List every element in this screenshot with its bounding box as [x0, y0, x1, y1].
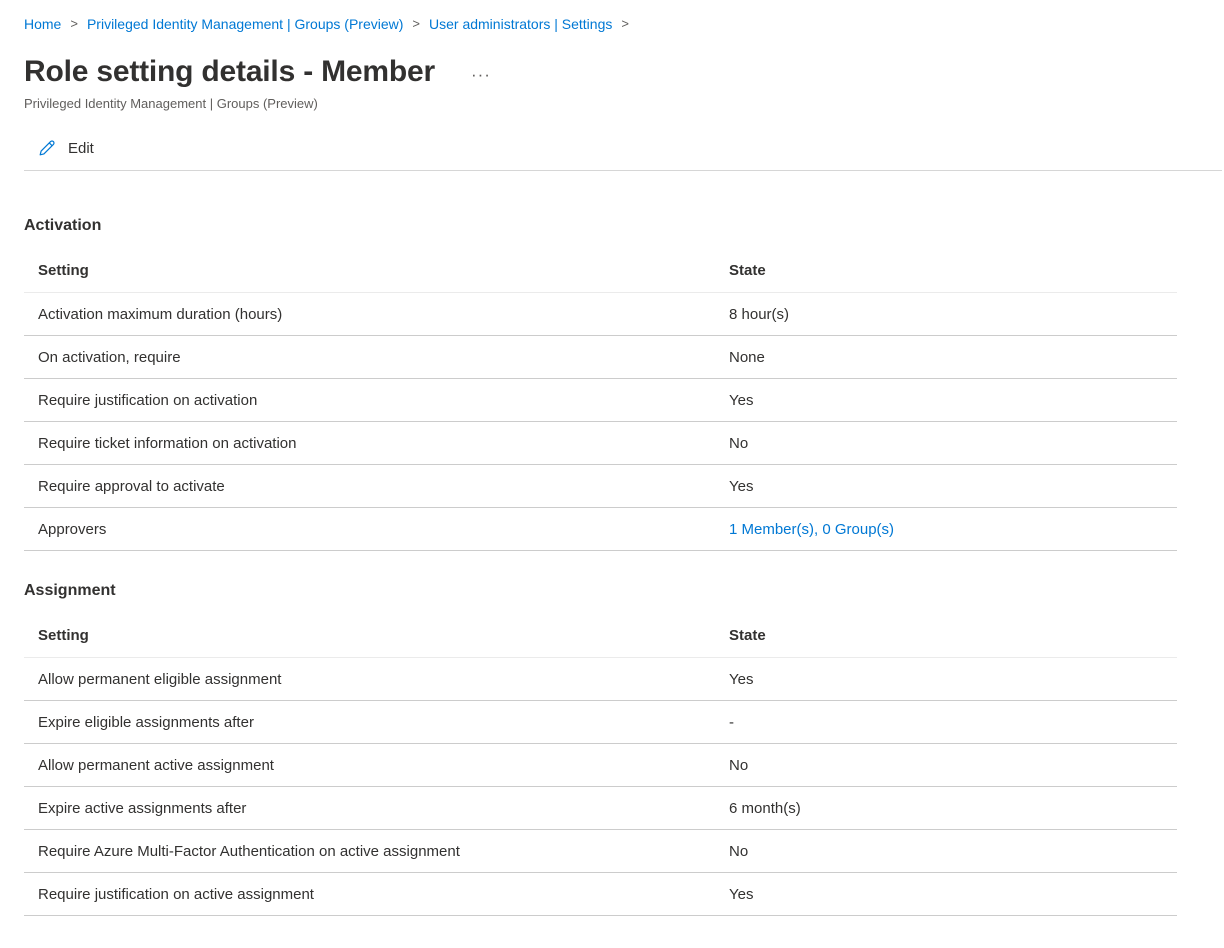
section-title-assignment: Assignment: [24, 582, 1224, 600]
page-subtitle: Privileged Identity Management | Groups …: [24, 96, 1224, 111]
state-cell: No: [729, 843, 1177, 860]
more-ellipsis-icon[interactable]: ···: [467, 66, 495, 84]
state-cell: Yes: [729, 671, 1177, 688]
breadcrumb-link-user-administrators-settings[interactable]: User administrators | Settings: [429, 15, 612, 33]
state-cell: 6 month(s): [729, 800, 1177, 817]
setting-cell: Require approval to activate: [24, 478, 729, 495]
chevron-right-icon: >: [412, 15, 420, 33]
column-header-setting: Setting: [24, 627, 729, 644]
setting-cell: Allow permanent active assignment: [24, 757, 729, 774]
setting-cell: Expire active assignments after: [24, 800, 729, 817]
table-row: Allow permanent eligible assignment Yes: [24, 658, 1177, 701]
edit-button-label: Edit: [68, 140, 94, 157]
table-row: Activation maximum duration (hours) 8 ho…: [24, 293, 1177, 336]
pencil-icon: [38, 139, 56, 157]
state-cell: No: [729, 435, 1177, 452]
setting-cell: Expire eligible assignments after: [24, 714, 729, 731]
setting-cell: Require Azure Multi-Factor Authenticatio…: [24, 843, 729, 860]
state-cell: Yes: [729, 478, 1177, 495]
approvers-link[interactable]: 1 Member(s), 0 Group(s): [729, 521, 894, 538]
table-row: Require ticket information on activation…: [24, 422, 1177, 465]
state-cell: -: [729, 714, 1177, 731]
setting-cell: Activation maximum duration (hours): [24, 306, 729, 323]
state-cell: 8 hour(s): [729, 306, 1177, 323]
column-header-setting: Setting: [24, 262, 729, 279]
edit-button[interactable]: Edit: [38, 137, 100, 159]
state-cell: None: [729, 349, 1177, 366]
chevron-right-icon: >: [621, 15, 629, 33]
assignment-settings-table: Setting State Allow permanent eligible a…: [24, 614, 1177, 916]
table-row: Expire active assignments after 6 month(…: [24, 787, 1177, 830]
table-row: Require justification on active assignme…: [24, 873, 1177, 916]
state-cell: No: [729, 757, 1177, 774]
setting-cell: Require ticket information on activation: [24, 435, 729, 452]
table-row: On activation, require None: [24, 336, 1177, 379]
table-row: Allow permanent active assignment No: [24, 744, 1177, 787]
table-row: Approvers 1 Member(s), 0 Group(s): [24, 508, 1177, 551]
setting-cell: Approvers: [24, 521, 729, 538]
state-cell: Yes: [729, 392, 1177, 409]
breadcrumb: Home > Privileged Identity Management | …: [24, 0, 1224, 33]
table-row: Require Azure Multi-Factor Authenticatio…: [24, 830, 1177, 873]
state-cell: Yes: [729, 886, 1177, 903]
column-header-state: State: [729, 262, 1177, 279]
setting-cell: On activation, require: [24, 349, 729, 366]
role-setting-details-blade: Home > Privileged Identity Management | …: [0, 0, 1224, 916]
setting-cell: Require justification on active assignme…: [24, 886, 729, 903]
setting-cell: Allow permanent eligible assignment: [24, 671, 729, 688]
column-header-state: State: [729, 627, 1177, 644]
table-row: Expire eligible assignments after -: [24, 701, 1177, 744]
table-row: Require justification on activation Yes: [24, 379, 1177, 422]
activation-settings-table: Setting State Activation maximum duratio…: [24, 249, 1177, 551]
breadcrumb-link-pim-groups[interactable]: Privileged Identity Management | Groups …: [87, 15, 403, 33]
section-title-activation: Activation: [24, 217, 1224, 235]
command-bar: Edit: [24, 135, 1222, 171]
breadcrumb-link-home[interactable]: Home: [24, 15, 61, 33]
page-title: Role setting details - Member: [24, 53, 435, 91]
table-header-row: Setting State: [24, 249, 1177, 293]
state-cell: 1 Member(s), 0 Group(s): [729, 521, 1177, 538]
chevron-right-icon: >: [70, 15, 78, 33]
table-header-row: Setting State: [24, 614, 1177, 658]
setting-cell: Require justification on activation: [24, 392, 729, 409]
table-row: Require approval to activate Yes: [24, 465, 1177, 508]
title-row: Role setting details - Member ···: [24, 53, 1224, 91]
